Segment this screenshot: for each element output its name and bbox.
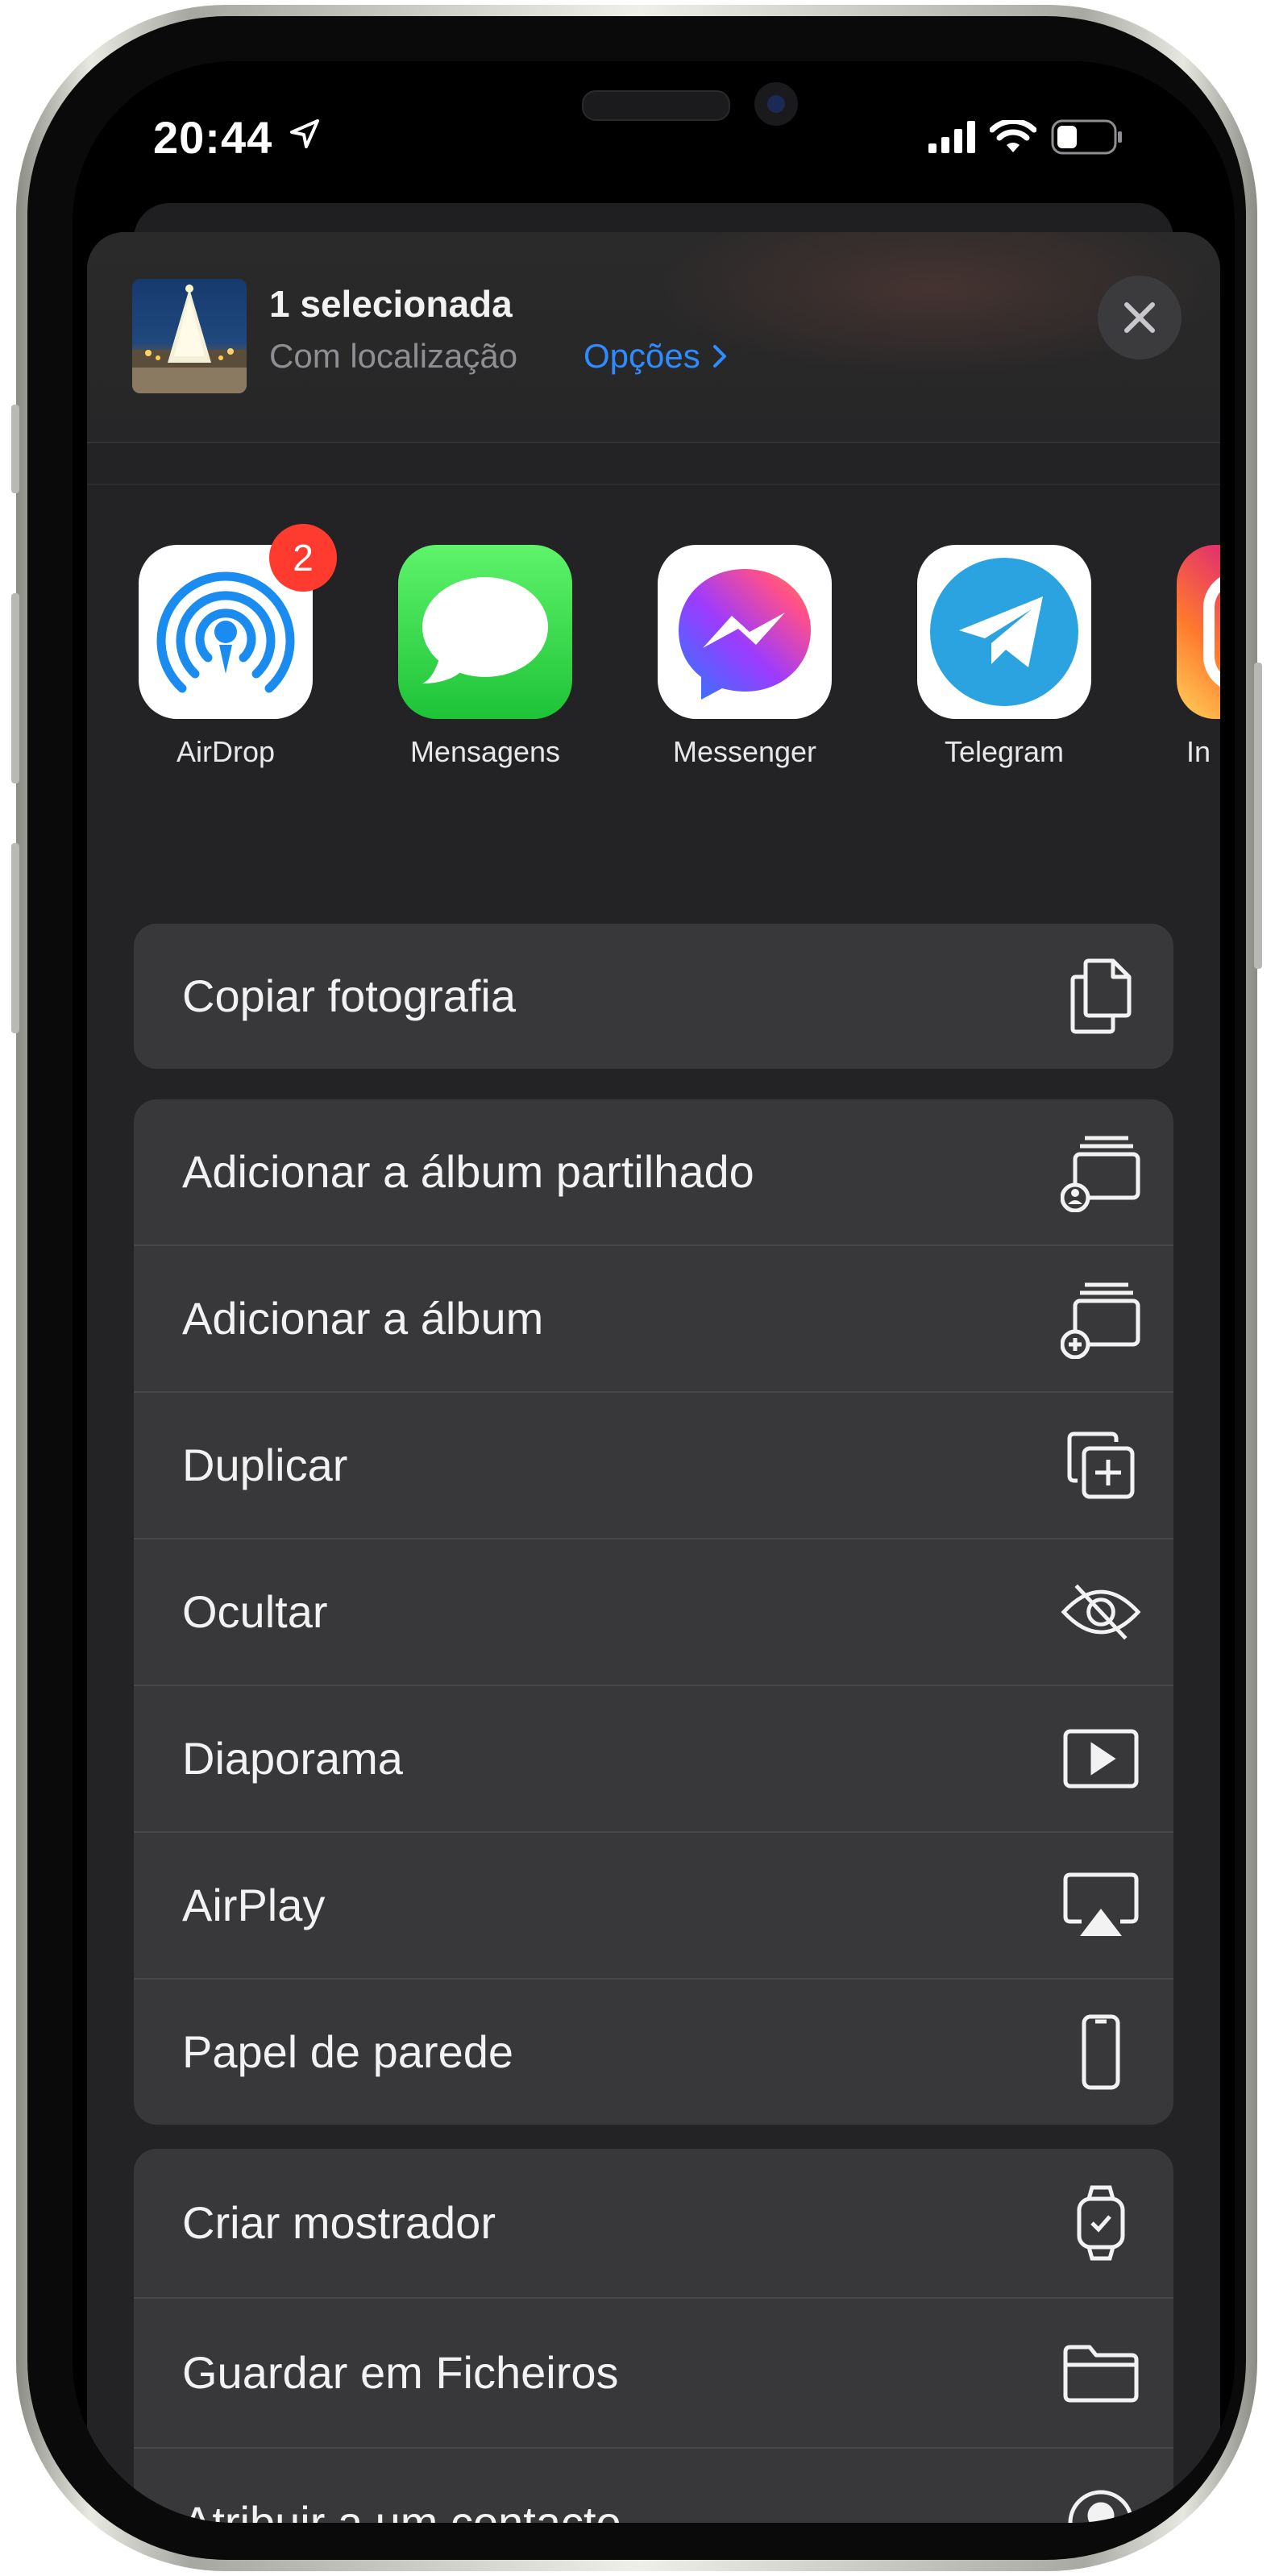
action-group-copy: Copiar fotografia (134, 924, 1173, 1069)
action-duplicate[interactable]: Duplicar (134, 1393, 1173, 1539)
action-hide[interactable]: Ocultar (134, 1539, 1173, 1686)
volume-up-button (11, 593, 19, 783)
action-group-more: Criar mostrador Guardar em Ficheiros Atr… (134, 2149, 1173, 2523)
battery-icon (1051, 119, 1122, 155)
eye-slash-icon (1061, 1572, 1141, 1652)
options-link[interactable]: Opções (584, 337, 728, 376)
app-instagram[interactable]: In (1177, 545, 1220, 769)
contact-icon (1061, 2483, 1141, 2523)
airplay-icon (1061, 1865, 1141, 1946)
action-assign-to-contact[interactable]: Atribuir a um contacto (134, 2449, 1173, 2523)
iphone-icon (1061, 2012, 1141, 2092)
iphone-frame: 20:44 1 selecionada Com localização Opçõ… (11, 5, 1262, 2571)
app-label: AirDrop (176, 735, 276, 768)
app-messages[interactable]: Mensagens (398, 545, 572, 769)
action-copy-photo[interactable]: Copiar fotografia (134, 924, 1173, 1069)
messenger-icon (658, 545, 832, 719)
messages-icon (398, 545, 572, 719)
airdrop-icon: 2 (139, 524, 337, 719)
action-label: Adicionar a álbum (182, 1293, 544, 1344)
location-subtitle: Com localização (269, 337, 518, 375)
action-save-to-files[interactable]: Guardar em Ficheiros (134, 2299, 1173, 2449)
header-divider (87, 442, 1220, 443)
app-airdrop[interactable]: 2 AirDrop (139, 524, 337, 769)
action-label: Duplicar (182, 1440, 348, 1490)
selection-title: 1 selecionada (269, 283, 513, 325)
status-icons (928, 118, 1123, 156)
app-label: Mensagens (409, 735, 561, 768)
speaker-grille (582, 90, 730, 121)
action-label: Ocultar (182, 1586, 328, 1637)
telegram-icon (917, 545, 1091, 719)
options-label: Opções (584, 337, 700, 375)
action-label: Guardar em Ficheiros (182, 2347, 619, 2398)
app-label: Telegram (944, 735, 1065, 768)
action-create-watch-face[interactable]: Criar mostrador (134, 2149, 1173, 2299)
app-telegram[interactable]: Telegram (917, 545, 1091, 769)
action-label: Copiar fotografia (182, 970, 517, 1021)
chevron-right-icon (712, 345, 726, 368)
photo-thumbnail (132, 279, 247, 393)
front-camera (754, 82, 798, 126)
screen: 20:44 1 selecionada Com localização Opçõ… (73, 61, 1235, 2523)
wifi-icon (990, 120, 1036, 152)
action-label: AirPlay (182, 1880, 326, 1930)
app-label: In (1186, 735, 1211, 768)
action-airplay[interactable]: AirPlay (134, 1833, 1173, 1980)
copy-icon (1061, 956, 1141, 1037)
side-button (1254, 663, 1262, 969)
action-label: Diaporama (182, 1733, 403, 1784)
airdrop-badge: 2 (269, 524, 337, 592)
duplicate-icon (1061, 1425, 1141, 1506)
action-group-photo: Adicionar a álbum partilhado Adicionar a… (134, 1099, 1173, 2125)
status-time: 20:44 (153, 112, 273, 163)
shared-album-icon (1061, 1132, 1141, 1212)
slideshow-icon (1061, 1718, 1141, 1799)
share-sheet: 1 selecionada Com localização Opções 2 A… (87, 232, 1220, 2523)
mute-switch (11, 405, 19, 493)
action-wallpaper[interactable]: Papel de parede (134, 1980, 1173, 2125)
share-header: 1 selecionada Com localização Opções (87, 232, 1220, 442)
action-label: Atribuir a um contacto (182, 2497, 621, 2523)
volume-down-button (11, 843, 19, 1033)
watch-icon (1061, 2183, 1141, 2263)
app-label: Messenger (672, 735, 817, 768)
section-divider (87, 484, 1220, 485)
add-album-icon (1061, 1278, 1141, 1359)
close-button[interactable] (1098, 276, 1182, 359)
action-label: Criar mostrador (182, 2197, 496, 2248)
instagram-icon (1177, 545, 1220, 719)
location-arrow-icon (290, 119, 319, 148)
action-label: Papel de parede (182, 2026, 514, 2077)
action-add-shared-album[interactable]: Adicionar a álbum partilhado (134, 1099, 1173, 1246)
cellular-signal-icon (928, 121, 975, 153)
app-messenger[interactable]: Messenger (658, 545, 832, 769)
action-slideshow[interactable]: Diaporama (134, 1686, 1173, 1833)
action-add-album[interactable]: Adicionar a álbum (134, 1246, 1173, 1393)
close-icon (1124, 302, 1155, 333)
action-label: Adicionar a álbum partilhado (182, 1146, 754, 1197)
folder-icon (1061, 2333, 1141, 2413)
